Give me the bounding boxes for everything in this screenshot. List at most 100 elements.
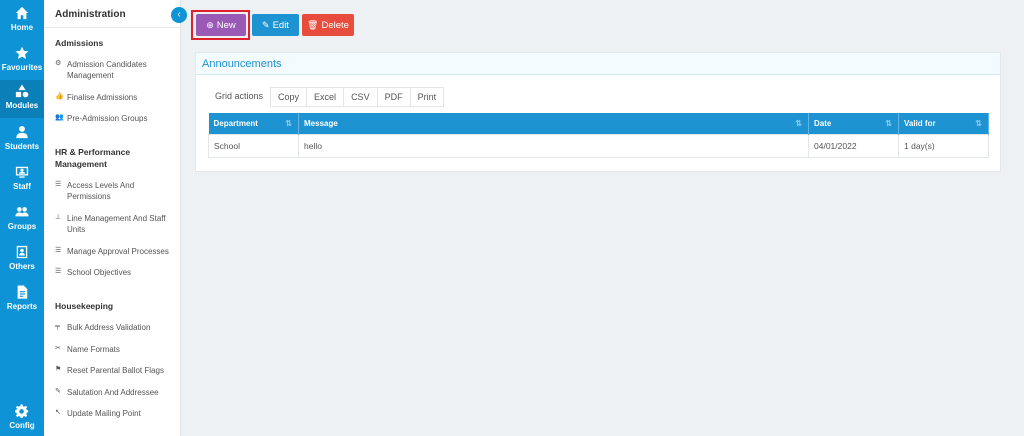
grid-actions-label: Grid actions xyxy=(207,87,272,107)
sidebar-item-label: Finalise Admissions xyxy=(67,93,138,102)
sidebar-item-admission-candidates[interactable]: ⚙ Admission Candidates Management xyxy=(55,59,179,81)
sidebar-item-line-management[interactable]: ⊥ Line Management And Staff Units xyxy=(55,213,179,235)
rail-others[interactable]: Others xyxy=(0,241,44,277)
sidebar-item-bulk-address[interactable]: ╤ Bulk Address Validation xyxy=(55,322,179,333)
sidebar-item-approval-processes[interactable]: ☰ Manage Approval Processes xyxy=(55,246,179,257)
column-header-message[interactable]: Message ⇅ xyxy=(298,113,809,134)
grid-actions-bar: Grid actions Copy Excel CSV PDF Print xyxy=(207,87,445,107)
table-row[interactable]: School hello 04/01/2022 1 day(s) xyxy=(208,133,989,158)
list-icon: ☰ xyxy=(55,247,62,254)
edit-icon: ✎ xyxy=(55,388,61,395)
sidebar-item-label: Reset Parental Ballot Flags xyxy=(67,366,164,375)
sort-icon: ⇅ xyxy=(975,119,982,128)
table-header-row: Department ⇅ Message ⇅ Date ⇅ Valid for ⇅ xyxy=(208,113,989,134)
nav-rail: Home Favourites Modules Students Staff G… xyxy=(0,0,44,436)
sidebar-item-mailing-point[interactable]: ↖ Update Mailing Point xyxy=(55,408,179,419)
signpost-icon: ╤ xyxy=(55,323,60,330)
users-icon: 👥 xyxy=(55,114,64,121)
cell-department: School xyxy=(208,133,299,158)
rail-modules[interactable]: Modules xyxy=(0,80,44,118)
cell-valid-for: 1 day(s) xyxy=(898,133,989,158)
sidebar-item-label: Name Formats xyxy=(67,345,120,354)
rail-label: Groups xyxy=(7,222,37,231)
edit-icon: ✎ xyxy=(262,20,270,30)
sidebar-item-pre-admission-groups[interactable]: 👥 Pre-Admission Groups xyxy=(55,113,179,124)
rail-config[interactable]: Config xyxy=(0,400,44,436)
section-heading-hr: HR & Performance Management xyxy=(55,147,131,169)
sidebar-title: Administration xyxy=(55,9,126,20)
sort-icon: ⇅ xyxy=(885,119,892,128)
announcements-panel: Announcements Grid actions Copy Excel CS… xyxy=(195,52,1001,172)
rail-reports[interactable]: Reports xyxy=(0,281,44,317)
delete-button-label: Delete xyxy=(321,20,349,31)
column-label: Date xyxy=(814,118,832,128)
csv-button[interactable]: CSV xyxy=(343,87,378,107)
collapse-sidebar-button[interactable]: ‹ xyxy=(171,7,187,23)
cell-date: 04/01/2022 xyxy=(808,133,899,158)
sidebar-item-access-levels[interactable]: ☰ Access Levels And Permissions xyxy=(55,180,179,202)
edit-button[interactable]: ✎ Edit xyxy=(252,14,299,36)
rail-label: Others xyxy=(9,262,35,271)
sitemap-icon: ⊥ xyxy=(55,214,62,221)
sidebar-item-reset-ballot[interactable]: ⚑ Reset Parental Ballot Flags xyxy=(55,365,179,376)
others-icon xyxy=(16,245,28,259)
rail-label: Modules xyxy=(5,101,39,110)
star-icon xyxy=(15,46,29,59)
section-heading-admissions: Admissions xyxy=(55,38,104,48)
edit-button-label: Edit xyxy=(272,20,289,31)
sidebar-item-finalise-admissions[interactable]: 👍 Finalise Admissions xyxy=(55,92,179,103)
column-header-valid-for[interactable]: Valid for ⇅ xyxy=(898,113,989,134)
staff-icon xyxy=(15,166,29,178)
sidebar-item-label: Line Management And Staff Units xyxy=(67,214,166,234)
sidebar-item-label: Bulk Address Validation xyxy=(67,323,151,332)
reports-icon xyxy=(17,285,28,299)
rail-groups[interactable]: Groups xyxy=(0,201,44,237)
sort-icon: ⇅ xyxy=(795,119,802,128)
panel-header: Announcements xyxy=(196,53,1000,75)
rail-label: Favourites xyxy=(1,63,43,72)
rail-staff[interactable]: Staff xyxy=(0,161,44,197)
copy-button[interactable]: Copy xyxy=(270,87,308,107)
print-button[interactable]: Print xyxy=(409,87,445,107)
sidebar-item-label: Admission Candidates Management xyxy=(67,60,147,80)
sort-icon: ⇅ xyxy=(285,119,292,128)
column-label: Valid for xyxy=(904,118,936,128)
sidebar-item-label: Update Mailing Point xyxy=(67,409,141,418)
delete-button[interactable]: 🗑 Delete xyxy=(302,14,354,36)
announcements-table: Department ⇅ Message ⇅ Date ⇅ Valid for ⇅ Sc… xyxy=(208,113,989,158)
thumbs-up-icon: 👍 xyxy=(55,93,64,100)
gear-icon xyxy=(15,404,29,418)
rail-home[interactable]: Home xyxy=(0,2,44,38)
sidebar-item-label: School Objectives xyxy=(67,268,132,277)
groups-icon xyxy=(15,207,29,217)
excel-button[interactable]: Excel xyxy=(306,87,345,107)
sidebar-item-label: Manage Approval Processes xyxy=(67,247,169,256)
sidebar-item-school-objectives[interactable]: ☰ School Objectives xyxy=(55,267,179,278)
sidebar-item-salutation[interactable]: ✎ Salutation And Addressee xyxy=(55,387,179,398)
list-icon: ☰ xyxy=(55,181,62,188)
rail-favourites[interactable]: Favourites xyxy=(0,42,44,78)
new-button[interactable]: ⊕ New xyxy=(196,14,246,36)
pointer-icon: ↖ xyxy=(55,409,61,416)
rail-label: Staff xyxy=(13,182,31,191)
column-header-date[interactable]: Date ⇅ xyxy=(808,113,899,134)
rail-label: Students xyxy=(4,142,40,151)
column-label: Department xyxy=(213,118,258,128)
rail-label: Home xyxy=(10,23,34,32)
scissors-icon: ✂ xyxy=(55,345,61,352)
column-label: Message xyxy=(304,118,338,128)
flag-icon: ⚑ xyxy=(55,366,62,373)
sidebar-item-name-formats[interactable]: ✂ Name Formats xyxy=(55,344,179,355)
plus-circle-icon: ⊕ xyxy=(206,20,214,30)
list-icon: ☰ xyxy=(55,268,62,275)
section-heading-housekeeping: Housekeeping xyxy=(55,301,114,311)
chevron-left-icon: ‹ xyxy=(177,9,181,20)
rail-students[interactable]: Students xyxy=(0,121,44,157)
panel-title: Announcements xyxy=(202,58,282,70)
modules-icon xyxy=(15,84,29,98)
trash-icon: 🗑 xyxy=(307,20,319,30)
sidebar-item-label: Salutation And Addressee xyxy=(67,388,159,397)
column-header-department[interactable]: Department ⇅ xyxy=(208,113,299,134)
pdf-button[interactable]: PDF xyxy=(376,87,411,107)
rail-label: Config xyxy=(9,421,35,430)
